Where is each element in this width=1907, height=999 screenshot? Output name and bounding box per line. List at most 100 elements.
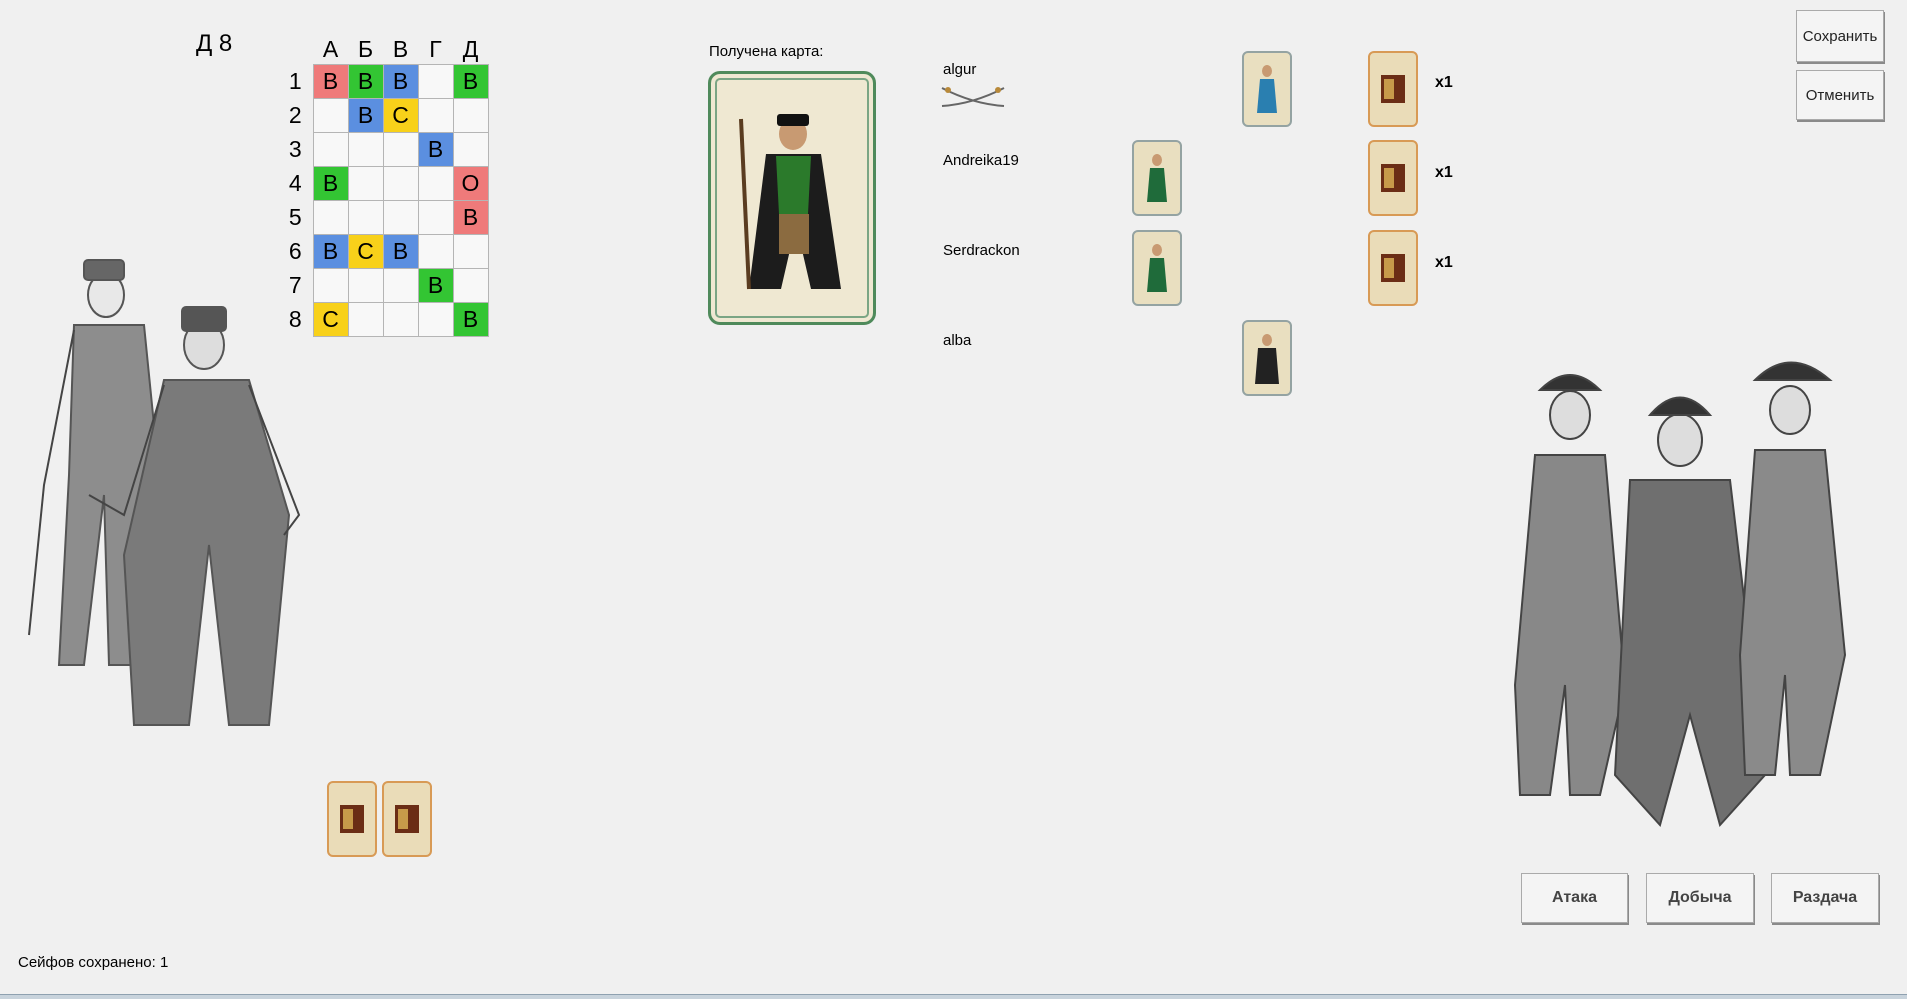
row-header: 7 [288,272,302,298]
player-character-card[interactable] [1132,230,1182,306]
column-header-g: Г [429,35,442,62]
player-character-card[interactable] [1242,320,1292,396]
grid-cell[interactable]: В [417,132,454,167]
player-character-card[interactable] [1132,140,1182,216]
grid-row: 3В [278,132,489,167]
grid-cell[interactable]: В [452,302,489,337]
column-header-v: В [392,35,409,62]
grid-cell[interactable] [347,268,384,303]
column-header-d: Д [462,35,479,62]
board-coordinate-label: Д 8 [196,30,233,57]
grid-cell[interactable] [312,132,349,167]
crossed-swords-icon [941,87,1005,107]
grid-cell[interactable]: В [452,64,489,99]
player-name-andreika19: Andreika19 [943,152,1019,169]
received-pirate-card [708,71,876,325]
grid-cell[interactable]: В [382,234,419,269]
grid-cell[interactable] [417,200,454,235]
column-header-b: Б [357,35,374,62]
attack-button[interactable]: Атака [1521,873,1628,923]
grid-cell[interactable] [347,132,384,167]
row-header: 6 [288,238,302,264]
taskbar-strip [0,994,1907,999]
grid-cell[interactable] [382,132,419,167]
grid-cell[interactable] [452,268,489,303]
row-header: 3 [288,136,302,162]
grid-cell[interactable] [312,200,349,235]
grid-cell[interactable] [382,302,419,337]
grid-cell[interactable]: С [382,98,419,133]
grid-cell[interactable]: О [452,166,489,201]
grid-cell[interactable]: В [347,98,384,133]
grid-cell[interactable]: В [347,64,384,99]
grid-cell[interactable]: В [312,64,349,99]
row-header: 5 [288,204,302,230]
grid-row: 1ВВВВ [278,64,489,99]
safe-icon [340,805,364,833]
player-name-serdrackon: Serdrackon [943,242,1020,259]
grid-cell[interactable] [382,200,419,235]
deal-button[interactable]: Раздача [1771,873,1879,923]
grid-cell[interactable]: С [347,234,384,269]
my-safe-card[interactable] [382,781,432,857]
pirate-woman-icon [1257,65,1277,113]
safe-count: x1 [1435,254,1453,271]
grid-cell[interactable] [417,234,454,269]
my-safe-card[interactable] [327,781,377,857]
treasure-grid: А Б В Г Д 1ВВВВ2ВС3В4ВО5В6ВСВ7В8СВ [278,34,489,337]
row-header: 1 [288,68,302,94]
grid-row: 8С В [278,302,489,337]
grid-cell[interactable] [312,268,349,303]
save-button[interactable]: Сохранить [1796,10,1884,62]
grid-cell[interactable] [452,98,489,133]
grid-cell[interactable] [417,64,454,99]
safes-saved-status: Сейфов сохранено: 1 [18,954,169,971]
grid-cell[interactable] [452,132,489,167]
pirate-woman-icon [1147,244,1167,292]
grid-cell[interactable] [312,98,349,133]
grid-cell[interactable]: В [452,200,489,235]
received-card-label: Получена карта: [709,43,824,60]
row-header: 8 [288,306,302,332]
row-header: 2 [288,102,302,128]
grid-cell[interactable]: В [312,234,349,269]
player-name-algur: algur [943,61,977,78]
grid-cell[interactable]: В [382,64,419,99]
safe-icon [1381,254,1405,282]
grid-cell[interactable] [452,234,489,269]
safe-count: x1 [1435,74,1453,91]
grid-cell[interactable]: В [417,268,454,303]
row-header: 4 [288,170,302,196]
grid-cell[interactable]: С [312,302,349,337]
safe-card[interactable] [1368,230,1418,306]
grid-cell[interactable] [347,302,384,337]
safe-icon [1381,75,1405,103]
grid-cell[interactable] [347,166,384,201]
grid-corner [278,34,313,65]
safe-card[interactable] [1368,51,1418,127]
pirate-man-icon [1255,334,1279,384]
grid-cell[interactable]: В [312,166,349,201]
pirates-illustration [1513,361,1847,828]
grid-cell[interactable] [417,98,454,133]
safe-card[interactable] [1368,140,1418,216]
grid-row: 5В [278,200,489,235]
grid-body: 1ВВВВ2ВС3В4ВО5В6ВСВ7В8СВ [278,64,489,337]
column-header-row: А Б В Г Д [278,34,488,65]
column-header-a: А [322,35,339,62]
pirate-woman-icon [1147,154,1167,202]
player-name-alba: alba [943,332,972,349]
grid-row: 4В О [278,166,489,201]
loot-button[interactable]: Добыча [1646,873,1754,923]
cancel-button[interactable]: Отменить [1796,70,1884,120]
pirate-captain-icon [739,114,841,290]
safe-icon [395,805,419,833]
grid-cell[interactable] [417,302,454,337]
grid-cell[interactable] [382,166,419,201]
player-character-card[interactable] [1242,51,1292,127]
grid-cell[interactable] [382,268,419,303]
grid-row: 6ВСВ [278,234,489,269]
soldiers-illustration [28,259,301,726]
grid-cell[interactable] [417,166,454,201]
grid-cell[interactable] [347,200,384,235]
